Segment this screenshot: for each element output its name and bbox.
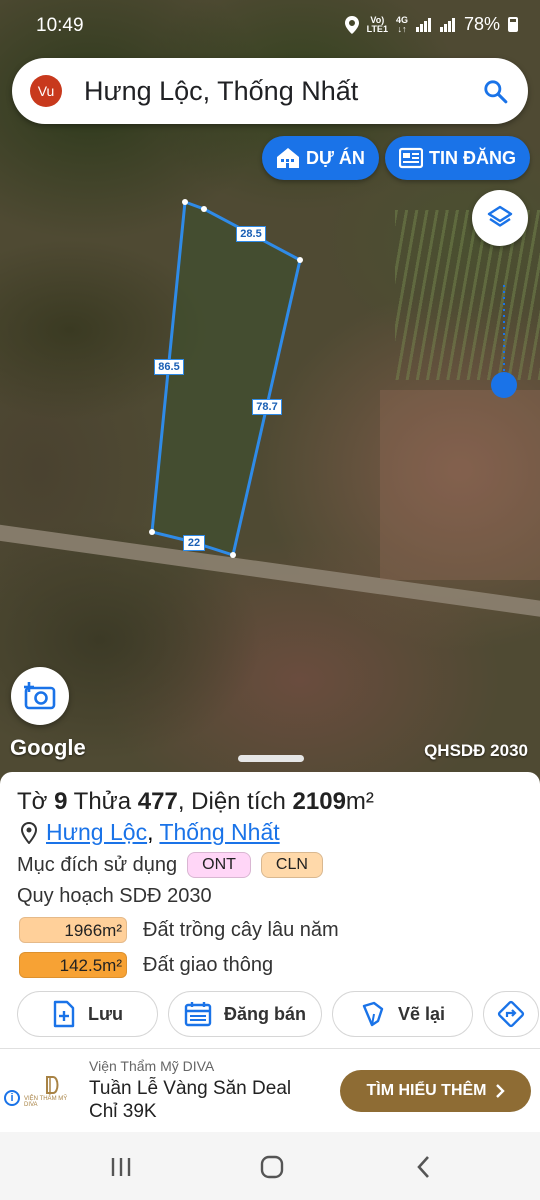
directions-icon: [497, 1000, 525, 1028]
google-attribution: Google: [10, 735, 86, 760]
search-bar[interactable]: Vu Hưng Lộc, Thống Nhất: [12, 58, 528, 124]
search-icon[interactable]: [482, 78, 508, 104]
chevron-right-icon: [495, 1084, 505, 1098]
battery-percent: 78%: [463, 14, 500, 34]
location-pin-icon: [344, 15, 359, 34]
save-button[interactable]: Lưu: [17, 991, 158, 1037]
parcel-area: 2109: [292, 788, 346, 815]
parcel-title: Tờ 9 Thửa 477, Diện tích 2109m²: [17, 788, 374, 815]
ad-headline: Tuần Lễ Vàng Săn Deal Chỉ 39K: [89, 1078, 292, 1122]
volte-icon: Vo) LTE1: [366, 14, 388, 34]
layers-icon: [487, 205, 513, 227]
parcel-vertex[interactable]: [297, 257, 303, 263]
add-file-icon: [53, 1000, 75, 1028]
recent-apps-icon: [111, 1158, 131, 1176]
redraw-button-label: Vẽ lại: [397, 1003, 446, 1024]
plan-row: 142.5m² Đất giao thông: [19, 952, 273, 978]
parcel-vertex[interactable]: [149, 529, 155, 535]
plan-row: 1966m² Đất trồng cây lâu năm: [19, 917, 339, 943]
calendar-icon: [184, 1002, 212, 1027]
listing-button-label: TIN ĐĂNG: [429, 147, 516, 168]
plan-title: Quy hoạch SDĐ 2030: [17, 885, 212, 907]
action-bar: Lưu Đăng bán Vẽ lại: [17, 991, 539, 1037]
ad-banner[interactable]: i VIỆN THẨM MỸ DIVA Viện Thẩm Mỹ DIVA Tu…: [0, 1048, 540, 1132]
ad-cta-button[interactable]: TÌM HIỂU THÊM: [340, 1070, 531, 1112]
home-icon: [260, 1155, 284, 1179]
parcel-info-sheet: Tờ 9 Thửa 477, Diện tích 2109m² Hưng Lộc…: [0, 772, 540, 1048]
parcel-vertex[interactable]: [201, 206, 207, 212]
location-dot[interactable]: [491, 372, 517, 398]
status-time: 10:49: [36, 15, 84, 36]
signal-icon: [415, 17, 432, 32]
signal-icon: [439, 17, 456, 32]
parcel-vertex[interactable]: [230, 552, 236, 558]
parcel-location: Hưng Lộc, Thống Nhất: [20, 819, 280, 846]
back-button[interactable]: [409, 1152, 439, 1182]
recent-apps-button[interactable]: [106, 1152, 136, 1182]
parcel-fill: [152, 202, 300, 555]
usage-tag[interactable]: ONT: [187, 852, 251, 878]
directions-button[interactable]: [483, 991, 539, 1037]
land-usage: Mục đích sử dụng ONT CLN: [17, 852, 323, 878]
add-photo-icon: [24, 682, 56, 710]
redraw-button[interactable]: Vẽ lại: [332, 991, 473, 1037]
home-button[interactable]: [257, 1152, 287, 1182]
sell-button-label: Đăng bán: [223, 1003, 306, 1024]
plan-land-type: Đất giao thông: [143, 953, 274, 976]
battery-icon: [508, 17, 518, 32]
project-button-label: DỰ ÁN: [306, 147, 365, 168]
screen: 28.5 86.5 78.7 22 10:49 Vo) LTE1 4G ↓↑ 78%…: [0, 0, 540, 1200]
location-pin-icon: [20, 821, 38, 844]
system-nav-bar: [0, 1132, 540, 1200]
edge-length-label: 78.7: [252, 399, 282, 415]
plan-area: 142.5m²: [19, 952, 127, 978]
status-icons: Vo) LTE1 4G ↓↑ 78%: [344, 14, 518, 35]
plan-land-type: Đất trồng cây lâu năm: [143, 918, 339, 941]
edge-length-label: 28.5: [236, 226, 266, 242]
status-bar: 10:49 Vo) LTE1 4G ↓↑ 78%: [0, 0, 540, 52]
listing-button[interactable]: TIN ĐĂNG: [385, 136, 530, 180]
usage-tag[interactable]: CLN: [260, 852, 323, 878]
ad-cta-label: TÌM HIỂU THÊM: [366, 1082, 487, 1099]
plan-layer-label: QHSDĐ 2030: [424, 741, 528, 760]
edge-length-label: 86.5: [154, 359, 184, 375]
avatar[interactable]: Vu: [30, 75, 62, 107]
add-photo-button[interactable]: [11, 667, 69, 725]
sheet-number: 9: [54, 788, 68, 815]
edge-length-label: 22: [183, 535, 205, 551]
advertiser-logo: VIỆN THẨM MỸ DIVA: [24, 1071, 80, 1111]
sell-button[interactable]: Đăng bán: [168, 991, 322, 1037]
network-type-icon: 4G ↓↑: [395, 14, 408, 34]
search-input[interactable]: Hưng Lộc, Thống Nhất: [84, 76, 358, 107]
building-icon: [277, 148, 299, 168]
commune-link[interactable]: Hưng Lộc: [46, 819, 147, 845]
draw-pen-icon: [362, 1001, 384, 1027]
parcel-vertex[interactable]: [182, 199, 188, 205]
advertiser-logo-text: VIỆN THẨM MỸ DIVA: [24, 1096, 68, 1108]
plot-number: 477: [137, 788, 178, 815]
district-link[interactable]: Thống Nhất: [159, 819, 279, 845]
save-button-label: Lưu: [87, 1003, 124, 1024]
plan-area: 1966m²: [19, 917, 127, 943]
usage-label: Mục đích sử dụng: [17, 853, 178, 876]
ad-info-icon[interactable]: i: [4, 1090, 20, 1106]
advertiser-logo-mark: [46, 1076, 59, 1094]
layers-button[interactable]: [472, 190, 528, 246]
project-button[interactable]: DỰ ÁN: [262, 136, 379, 180]
back-icon: [417, 1156, 429, 1178]
newspaper-icon: [399, 147, 423, 169]
sheet-drag-handle[interactable]: [238, 755, 304, 762]
ad-sponsor: Viện Thẩm Mỹ DIVA: [89, 1058, 215, 1074]
